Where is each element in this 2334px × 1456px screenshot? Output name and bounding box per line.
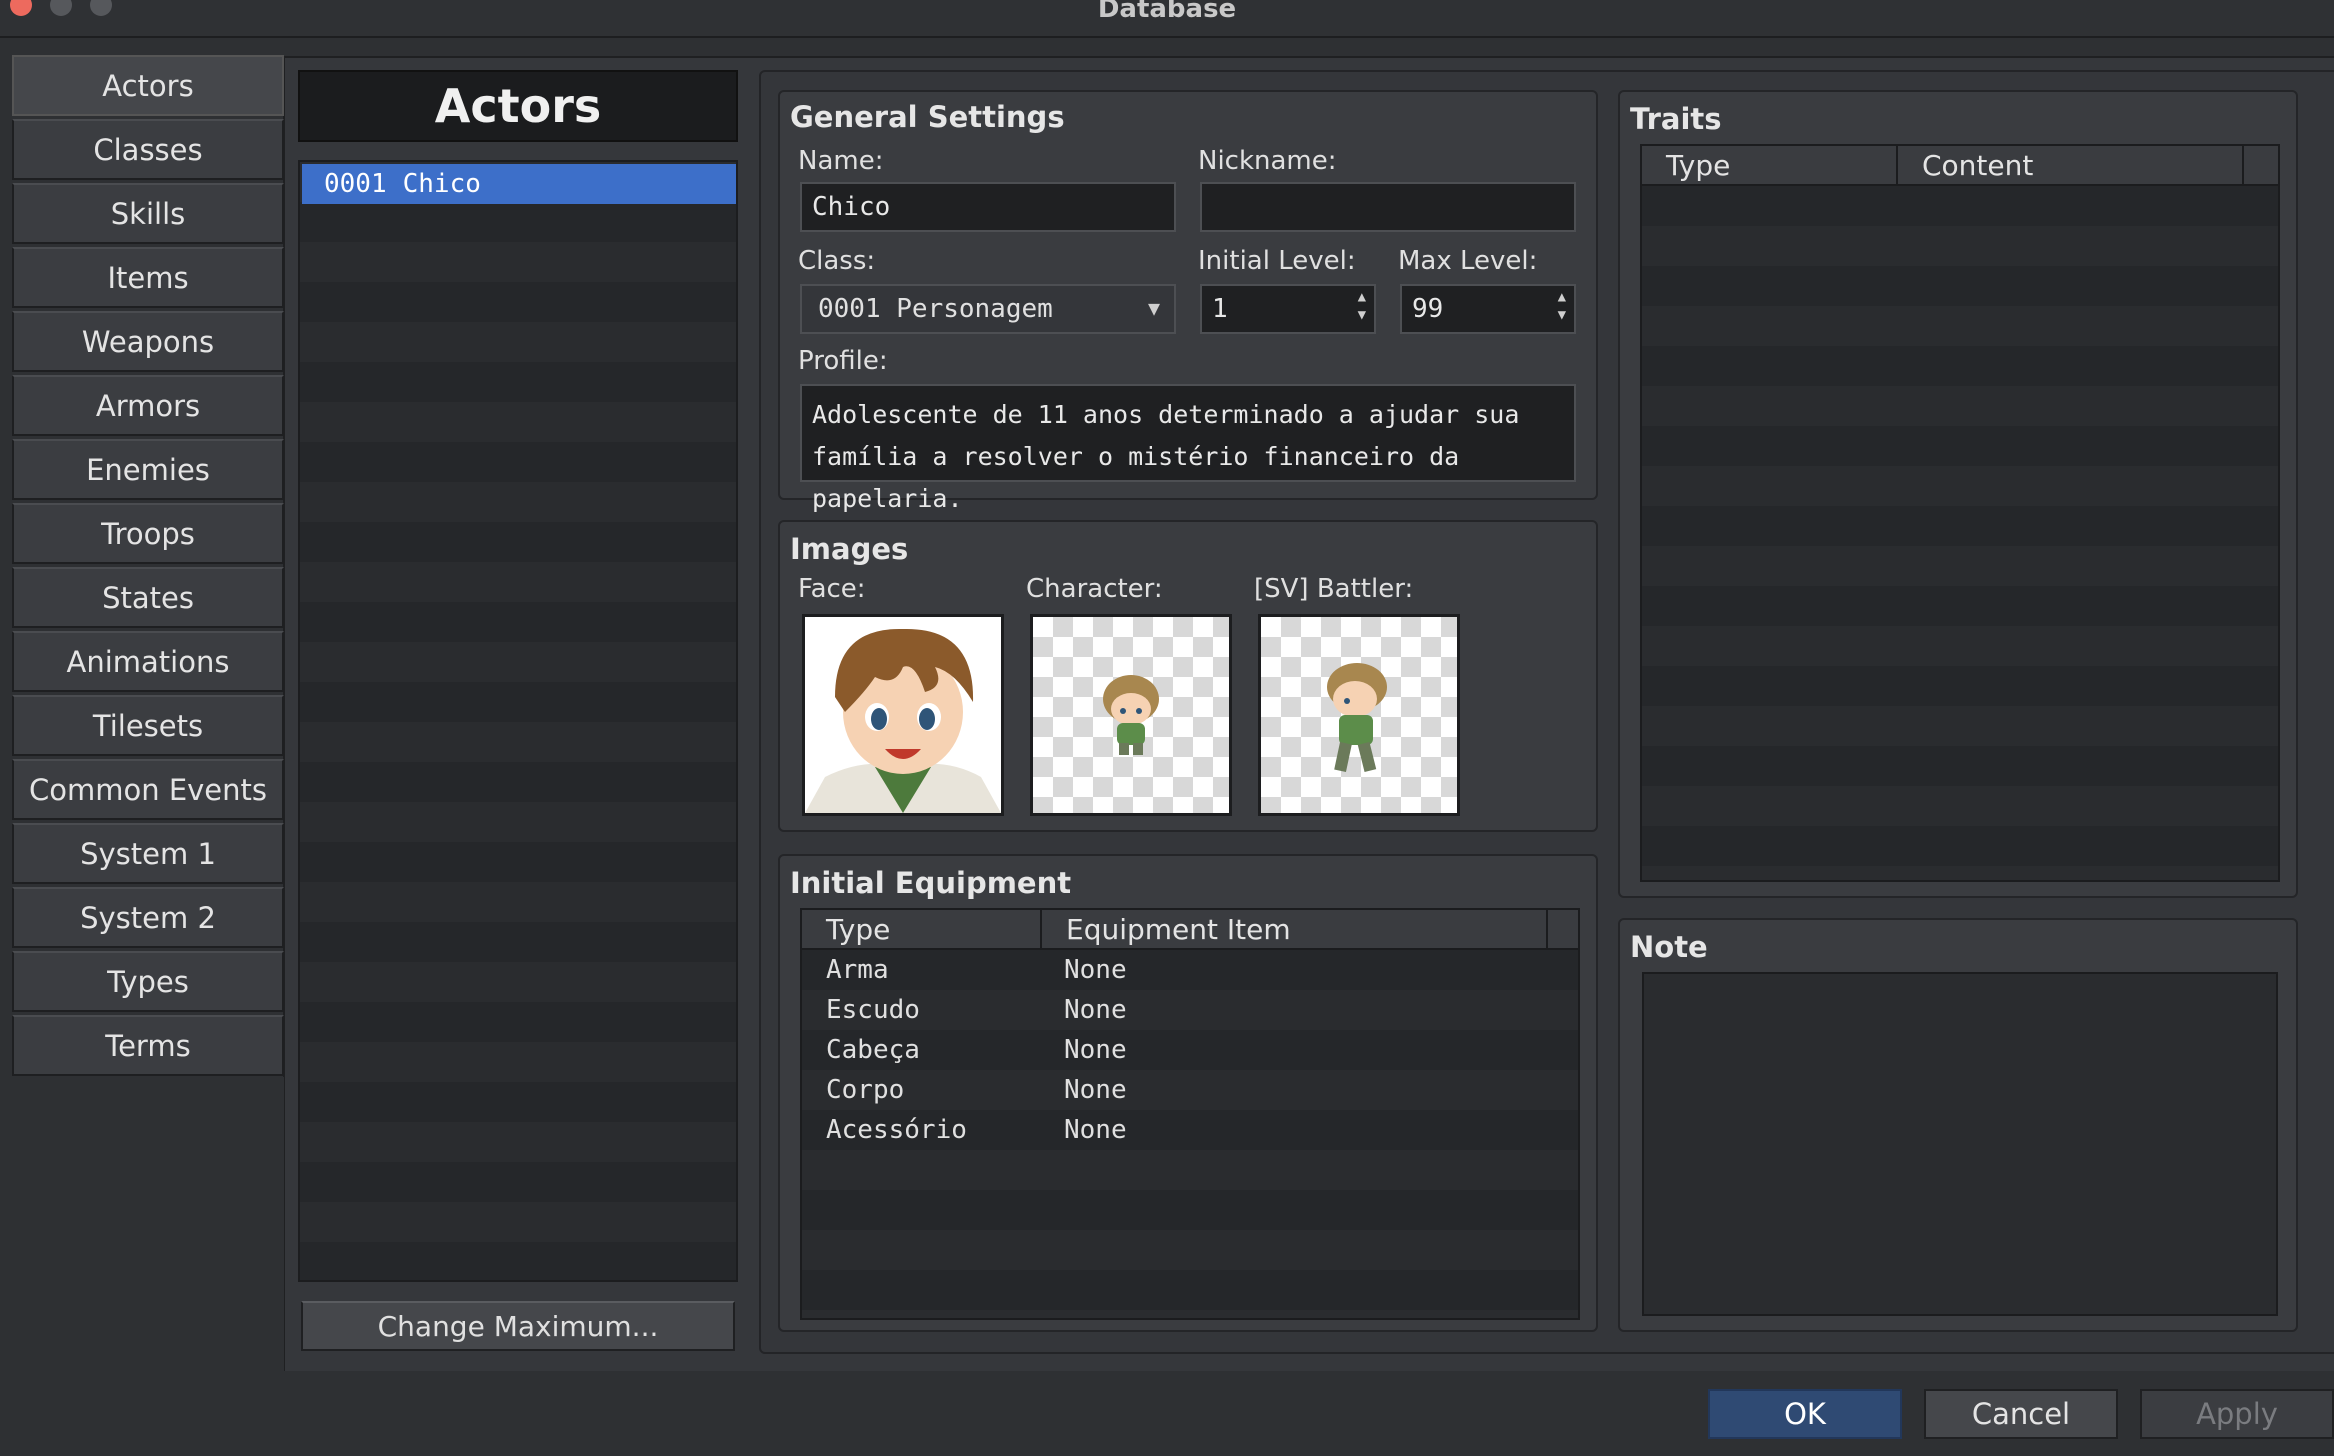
battler-label: [SV] Battler: [1254,574,1414,604]
initial-equipment-group: Initial Equipment Type Equipment Item Ar… [778,854,1598,1332]
category-armors[interactable]: Armors [12,375,284,436]
column-header-spacer [1548,910,1578,948]
images-title: Images [790,532,909,566]
equipment-type-cell: Cabeça [826,1035,920,1065]
profile-line: família a resolver o mistério financeiro… [812,442,1460,513]
face-label: Face: [798,574,866,604]
name-input[interactable]: Chico [800,182,1176,232]
cancel-button[interactable]: Cancel [1924,1389,2118,1439]
table-row[interactable]: Corpo None [802,1070,1578,1110]
equipment-item-cell: None [1064,955,1127,985]
equipment-item-cell: None [1064,1115,1127,1145]
category-terms[interactable]: Terms [12,1015,284,1076]
equipment-type-cell: Escudo [826,995,920,1025]
class-label: Class: [798,246,876,276]
table-row[interactable]: Escudo None [802,990,1578,1030]
max-level-label: Max Level: [1398,246,1538,276]
category-actors[interactable]: Actors [12,55,284,116]
category-skills[interactable]: Skills [12,183,284,244]
images-group: Images Face: Character: [SV] Battler: [778,520,1598,832]
initial-level-spinner[interactable]: 1 ▲ ▼ [1200,284,1376,334]
initial-level-label: Initial Level: [1198,246,1356,276]
note-textarea[interactable] [1642,972,2278,1316]
actor-list-item[interactable]: 0001 Chico [302,164,736,204]
category-types[interactable]: Types [12,951,284,1012]
equipment-item-cell: None [1064,1075,1127,1105]
category-states[interactable]: States [12,567,284,628]
chevron-down-icon: ▼ [1147,296,1160,320]
character-image [1033,617,1229,813]
class-dropdown[interactable]: 0001 Personagem ▼ [800,284,1176,334]
traits-group: Traits Type Content [1618,90,2298,898]
profile-line: Adolescente de 11 anos determinado a aju… [812,400,1520,429]
table-row[interactable]: Cabeça None [802,1030,1578,1070]
initial-equipment-title: Initial Equipment [790,866,1072,900]
spinner-arrows-icon[interactable]: ▲ ▼ [1358,288,1366,324]
traits-table-header: Type Content [1642,146,2278,186]
apply-button[interactable]: Apply [2140,1389,2334,1439]
window-title: Database [1097,0,1237,24]
actor-name: Chico [402,169,481,199]
equipment-type-cell: Acessório [826,1115,967,1145]
traits-table[interactable]: Type Content [1640,144,2280,882]
column-header-spacer [2244,146,2278,184]
face-image-box[interactable] [802,614,1004,816]
actors-list-header: Actors [298,70,738,142]
name-label: Name: [798,146,884,176]
equipment-table[interactable]: Type Equipment Item Arma None Escudo Non… [800,908,1580,1320]
change-maximum-button[interactable]: Change Maximum... [301,1301,735,1351]
category-system-2[interactable]: System 2 [12,887,284,948]
table-row[interactable]: Arma None [802,950,1578,990]
spinner-arrows-icon[interactable]: ▲ ▼ [1558,288,1566,324]
category-system-1[interactable]: System 1 [12,823,284,884]
max-level-spinner[interactable]: 99 ▲ ▼ [1400,284,1576,334]
category-items[interactable]: Items [12,247,284,308]
category-tilesets[interactable]: Tilesets [12,695,284,756]
note-group: Note [1618,918,2298,1332]
column-header-type[interactable]: Type [802,910,1042,948]
nickname-label: Nickname: [1198,146,1337,176]
actor-id: 0001 [324,169,387,199]
initial-level-value: 1 [1212,294,1228,324]
battler-image-box[interactable] [1258,614,1460,816]
actor-list[interactable]: 0001 Chico [298,160,738,1282]
category-animations[interactable]: Animations [12,631,284,692]
category-enemies[interactable]: Enemies [12,439,284,500]
nickname-input[interactable] [1200,182,1576,232]
battler-image [1261,617,1457,813]
equipment-item-cell: None [1064,995,1127,1025]
equipment-type-cell: Corpo [826,1075,905,1105]
class-dropdown-value: 0001 Personagem [818,294,1053,324]
category-classes[interactable]: Classes [12,119,284,180]
max-level-value: 99 [1412,294,1444,324]
traits-title: Traits [1630,102,1722,136]
battler-sprite-icon [1327,663,1387,773]
general-settings-group: General Settings Name: Chico Nickname: C… [778,90,1598,513]
column-header-type[interactable]: Type [1642,146,1898,184]
category-common-events[interactable]: Common Events [12,759,284,820]
equipment-item-cell: None [1064,1035,1127,1065]
table-row[interactable]: Acessório None [802,1110,1578,1150]
character-image-box[interactable] [1030,614,1232,816]
category-weapons[interactable]: Weapons [12,311,284,372]
face-image [805,617,1001,813]
profile-textarea[interactable]: Adolescente de 11 anos determinado a aju… [800,384,1576,513]
character-label: Character: [1026,574,1163,604]
title-bar: Database [0,0,2334,38]
category-troops[interactable]: Troops [12,503,284,564]
general-settings-title: General Settings [790,100,1065,134]
character-sprite-icon [1103,675,1159,755]
ok-button[interactable]: OK [1708,1389,1902,1439]
category-column-background [12,1077,284,1377]
face-portrait-icon [805,617,1001,813]
column-header-equipment-item[interactable]: Equipment Item [1042,910,1548,948]
note-title: Note [1630,930,1708,964]
profile-label: Profile: [798,346,888,376]
column-header-content[interactable]: Content [1898,146,2244,184]
equipment-table-header: Type Equipment Item [802,910,1578,950]
equipment-type-cell: Arma [826,955,889,985]
